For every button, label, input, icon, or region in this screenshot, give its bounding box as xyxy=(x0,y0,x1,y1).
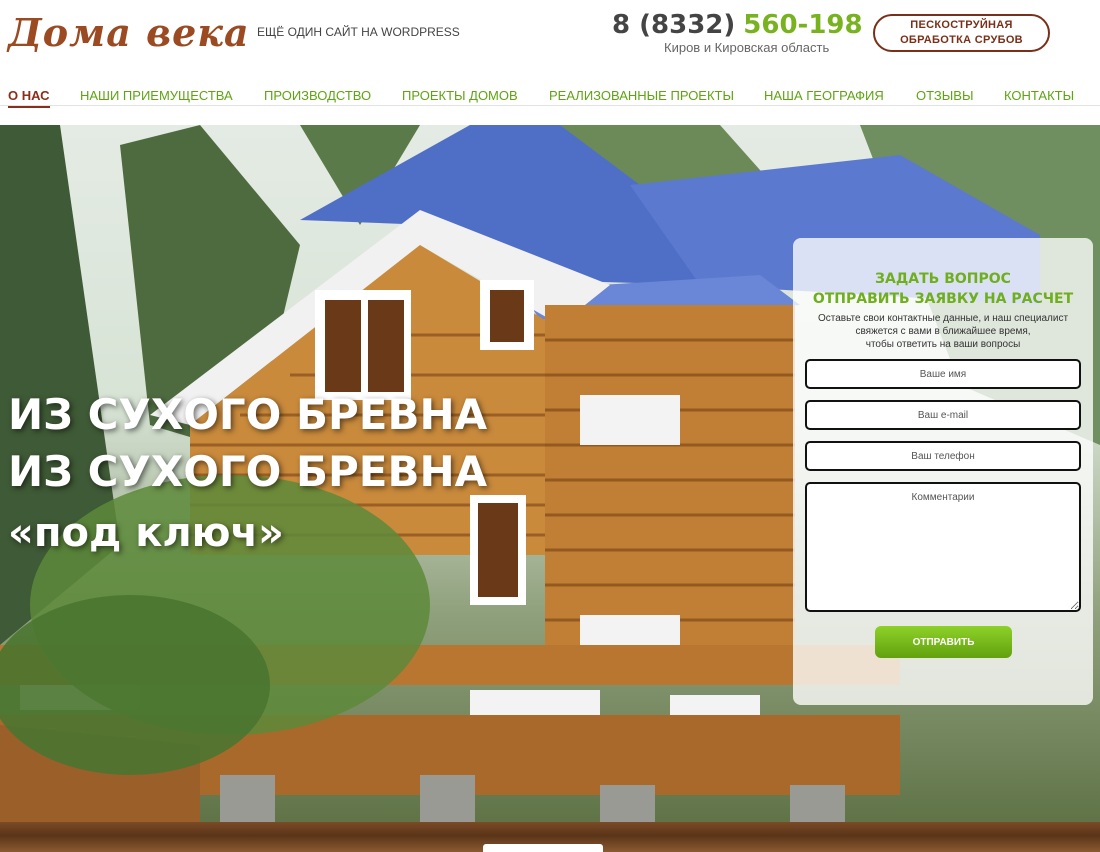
hero-title-line-2: ИЗ СУХОГО БРЕВНА xyxy=(8,447,488,496)
form-desc-line-2: свяжется с вами в ближайшее время, xyxy=(855,326,1031,337)
phone-field[interactable] xyxy=(805,441,1081,471)
form-desc-line-1: Оставьте свои контактные данные, и наш с… xyxy=(817,313,1069,324)
name-field[interactable] xyxy=(805,359,1081,389)
nav-item-reviews[interactable]: ОТЗЫВЫ xyxy=(916,88,973,103)
site-tagline: ЕЩЁ ОДИН САЙТ НА WORDPRESS xyxy=(257,25,460,39)
nav-item-production[interactable]: ПРОИЗВОДСТВО xyxy=(264,88,371,103)
nav-item-completed-projects[interactable]: РЕАЛИЗОВАННЫЕ ПРОЕКТЫ xyxy=(549,88,734,103)
form-desc-line-3: чтобы ответить на ваши вопросы xyxy=(865,339,1021,350)
phone-prefix: 8 (8332) xyxy=(612,10,736,40)
region-text: Киров и Кировская область xyxy=(664,40,830,55)
next-section-peek xyxy=(483,844,603,852)
nav-item-advantages[interactable]: НАШИ ПРИЕМУЩЕСТВА xyxy=(80,88,233,103)
contact-form-panel: ЗАДАТЬ ВОПРОС ОТПРАВИТЬ ЗАЯВКУ НА РАСЧЕТ… xyxy=(793,238,1093,705)
hero-title-line-1: ИЗ СУХОГО БРЕВНА xyxy=(8,390,488,439)
main-nav: О НАС НАШИ ПРИЕМУЩЕСТВА ПРОИЗВОДСТВО ПРО… xyxy=(0,78,1100,108)
nav-item-house-projects[interactable]: ПРОЕКТЫ ДОМОВ xyxy=(402,88,518,103)
nav-item-geography[interactable]: НАША ГЕОГРАФИЯ xyxy=(764,88,884,103)
section-divider xyxy=(0,822,1100,852)
form-title-request: ОТПРАВИТЬ ЗАЯВКУ НА РАСЧЕТ xyxy=(812,291,1074,307)
site-logo[interactable]: Дома века xyxy=(8,10,250,55)
nav-item-contacts[interactable]: КОНТАКТЫ xyxy=(1004,88,1074,103)
form-description: Оставьте свои контактные данные, и наш с… xyxy=(793,312,1093,351)
site-header: Дома века ЕЩЁ ОДИН САЙТ НА WORDPRESS 8 (… xyxy=(0,0,1100,76)
nav-item-about[interactable]: О НАС xyxy=(8,88,50,108)
cta-line-1: ПЕСКОСТРУЙНАЯ xyxy=(910,19,1013,31)
hero-title-line-3: «под ключ» xyxy=(8,510,284,556)
form-title-ask: ЗАДАТЬ ВОПРОС xyxy=(875,271,1011,287)
sandblasting-button[interactable]: ПЕСКОСТРУЙНАЯ ОБРАБОТКА СРУБОВ xyxy=(873,14,1050,52)
comment-field[interactable] xyxy=(805,482,1081,612)
cta-line-2: ОБРАБОТКА СРУБОВ xyxy=(900,34,1023,46)
phone-digits: 560-198 xyxy=(743,10,863,40)
submit-button[interactable]: ОТПРАВИТЬ xyxy=(875,626,1012,658)
phone-number[interactable]: 8 (8332) 560-198 xyxy=(612,10,863,40)
email-field[interactable] xyxy=(805,400,1081,430)
